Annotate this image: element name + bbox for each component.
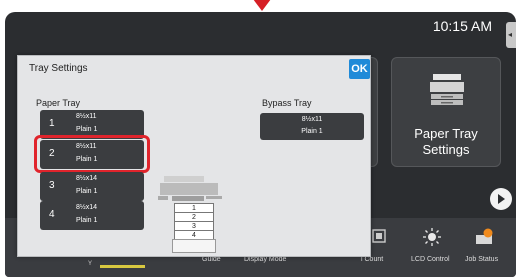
- tray-paper-type: Plain 1: [76, 188, 98, 195]
- brightness-icon: [423, 228, 441, 246]
- printer-icon: [430, 74, 464, 105]
- tray-number: 1: [49, 118, 55, 129]
- tray-2-highlight: [34, 135, 150, 173]
- side-tab[interactable]: ◂: [506, 22, 516, 48]
- tray-3-button[interactable]: 3 8½x14 Plain 1: [40, 172, 144, 201]
- next-page-button[interactable]: [490, 188, 512, 210]
- job-status-icon: [476, 228, 493, 244]
- paper-tray-heading: Paper Tray: [36, 98, 81, 108]
- count-button[interactable]: l Count: [361, 256, 383, 263]
- tray-paper-size: 8½x14: [76, 204, 98, 211]
- tray-settings-dialog: Tray Settings OK Paper Tray Bypass Tray …: [17, 55, 371, 257]
- tray-paper-type: Plain 1: [76, 217, 98, 224]
- dialog-header: Tray Settings OK: [18, 56, 370, 82]
- cabinet-base: [172, 239, 216, 253]
- copier-body-icon: [158, 176, 222, 201]
- bypass-paper-size: 8½x11: [301, 116, 323, 123]
- tray-4-button[interactable]: 4 8½x14 Plain 1: [40, 201, 144, 230]
- paper-tray-settings-label: Paper Tray Settings: [414, 126, 478, 157]
- count-icon: [372, 229, 386, 243]
- bypass-tray-heading: Bypass Tray: [262, 98, 312, 108]
- device-frame: 10:15 AM ◂ Paper Tray Settings Y Guide D…: [0, 0, 520, 280]
- lcd-control-button[interactable]: LCD Control: [411, 256, 450, 263]
- y-label: Y: [88, 261, 93, 267]
- chevron-left-icon: ◂: [508, 30, 513, 39]
- status-clock: 10:15 AM: [432, 18, 492, 34]
- tray-number: 4: [49, 209, 55, 220]
- tray-paper-type: Plain 1: [76, 126, 98, 133]
- ok-button[interactable]: OK: [349, 59, 370, 79]
- tray-paper-size: 8½x11: [76, 113, 97, 120]
- touch-screen: 10:15 AM ◂ Paper Tray Settings Y Guide D…: [5, 12, 516, 277]
- bypass-paper-type: Plain 1: [301, 128, 323, 135]
- top-indicator-arrow: [253, 0, 271, 11]
- guide-button[interactable]: Guide: [202, 256, 221, 263]
- bypass-tray-button[interactable]: 8½x11 Plain 1: [260, 113, 364, 140]
- display-mode-button[interactable]: Display Mode: [244, 256, 286, 263]
- job-status-button[interactable]: Job Status: [465, 256, 498, 263]
- paper-tray-settings-tile[interactable]: Paper Tray Settings: [391, 57, 501, 167]
- toner-level-bar: [100, 265, 145, 268]
- machine-diagram: 1 2 3 4: [158, 176, 222, 256]
- play-arrow-icon: [498, 194, 505, 204]
- tray-paper-size: 8½x14: [76, 175, 98, 182]
- tray-number: 3: [49, 180, 55, 191]
- dialog-title: Tray Settings: [29, 63, 88, 74]
